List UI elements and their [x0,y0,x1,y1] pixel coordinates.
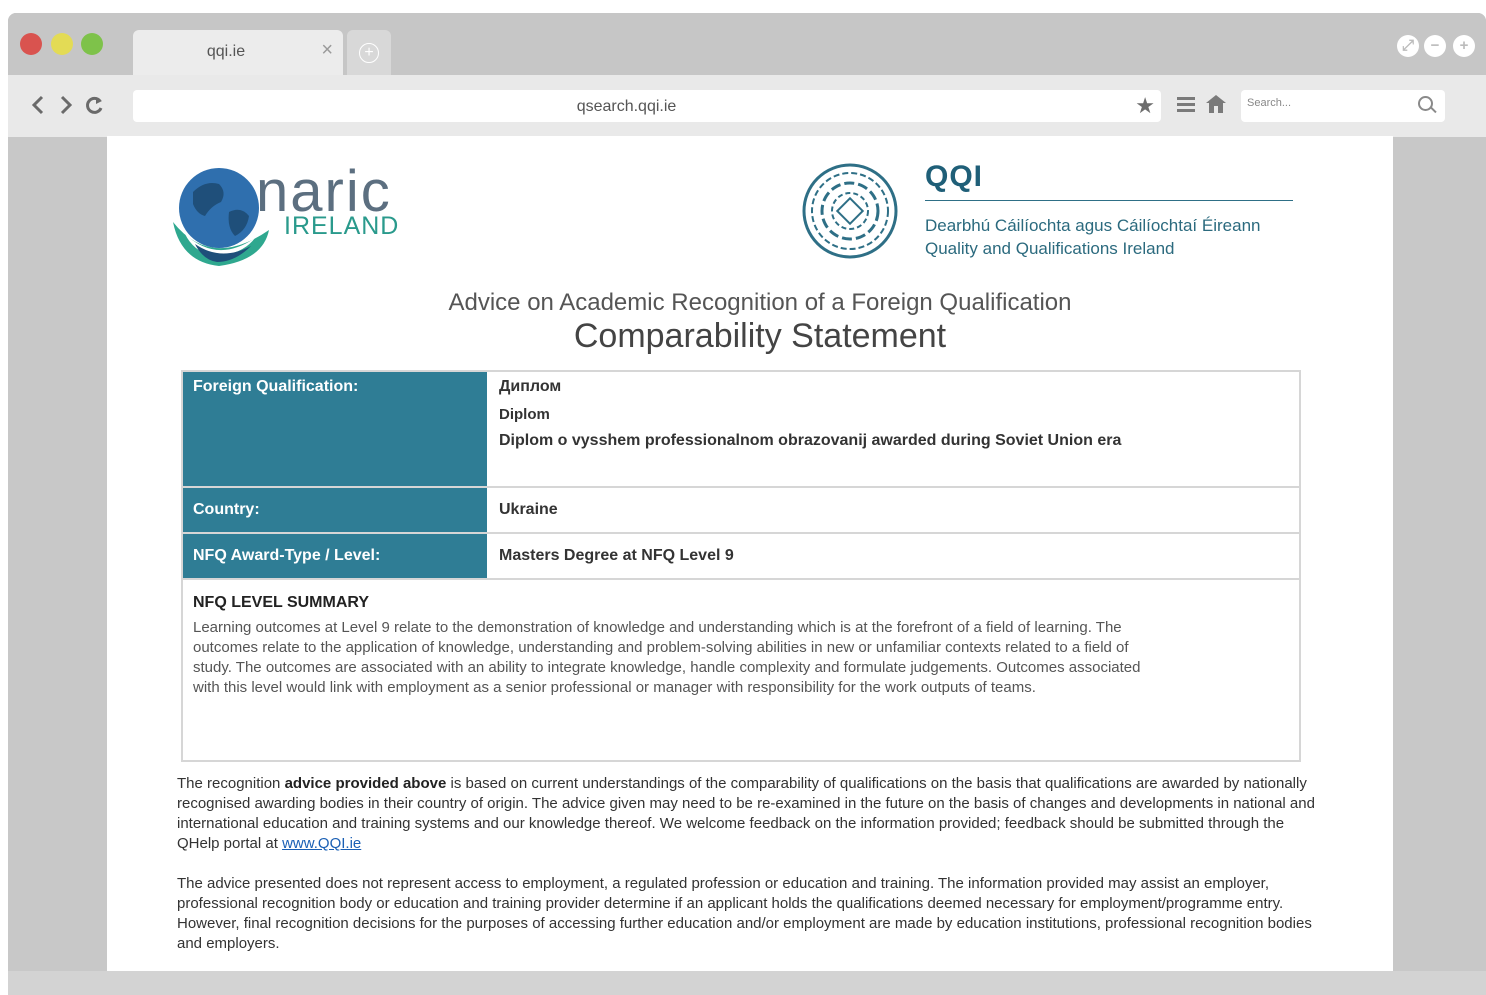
naric-logo: naric IRELAND [171,159,411,274]
summary-line: with this level would link with employme… [193,679,1036,696]
country-value-cell: Ukraine [489,488,1299,532]
forward-arrow-icon[interactable] [58,93,74,122]
para1-bold: advice provided above [284,775,447,792]
nfq-summary-text: Learning outcomes at Level 9 relate to t… [193,618,1293,698]
table-row-nfq-level: NFQ Award-Type / Level: Masters Degree a… [183,534,1299,580]
summary-line: Learning outcomes at Level 9 relate to t… [193,619,1122,636]
restore-icon[interactable]: ⤢ [1397,35,1419,57]
qualification-value-latin: Diplom [499,406,550,423]
menu-icon[interactable] [1176,94,1196,118]
maximize-window-button[interactable] [81,33,103,55]
search-icon[interactable] [1418,96,1433,111]
foreign-qualification-label-cell: Foreign Qualification: [183,372,487,486]
close-window-button[interactable] [20,33,42,55]
browser-tab[interactable]: qqi.ie × [133,30,343,75]
url-text: qsearch.qqi.ie [576,98,677,115]
country-label-cell: Country: [183,488,487,532]
home-icon[interactable] [1205,94,1227,118]
recognition-advice-paragraph: The recognition advice provided above is… [177,774,1317,854]
qqi-divider [925,200,1293,201]
qualification-value-description: Diplom o vysshem professionalnom obrazov… [499,432,1122,449]
foreign-qualification-value-cell: Диплом Diplom Diplom o vysshem professio… [489,372,1299,486]
new-tab-button[interactable]: + [347,30,391,75]
nfq-label-cell: NFQ Award-Type / Level: [183,534,487,578]
spiral-emblem-icon [802,163,898,259]
nfq-summary-title: NFQ LEVEL SUMMARY [193,594,370,611]
search-box[interactable] [1241,90,1445,122]
nfq-value-cell: Masters Degree at NFQ Level 9 [489,534,1299,578]
browser-window: qqi.ie × + ⤢ − + qsearch.qqi.ie ★ Search… [8,13,1486,995]
qualification-table: Foreign Qualification: Диплом Diplom Dip… [181,370,1301,762]
document-page: naric IRELAND QQI Dearbhú Cáilíochta agu… [107,136,1393,972]
minimize-window-button[interactable] [51,33,73,55]
table-row-country: Country: Ukraine [183,488,1299,534]
qqi-english-name: Quality and Qualifications Ireland [925,239,1175,258]
table-row-foreign-qualification: Foreign Qualification: Диплом Diplom Dip… [183,372,1299,488]
address-bar[interactable]: qsearch.qqi.ie ★ [133,90,1161,122]
summary-line: outcomes relate to the application of kn… [193,639,1129,656]
browser-toolbar: qsearch.qqi.ie ★ [8,75,1486,137]
naric-logo-subtext: IRELAND [284,212,400,240]
nfq-label: NFQ Award-Type / Level: [193,547,381,564]
nfq-value: Masters Degree at NFQ Level 9 [499,547,734,564]
refresh-icon[interactable] [83,93,105,122]
back-arrow-icon[interactable] [30,93,46,122]
plus-icon: + [359,43,379,63]
qqi-link[interactable]: www.QQI.ie [282,835,361,852]
title-bar: qqi.ie × + ⤢ − + [8,13,1486,75]
add-icon[interactable]: + [1453,35,1475,57]
minimize-icon[interactable]: − [1424,35,1446,57]
qualification-value-cyrillic: Диплом [499,378,562,395]
summary-line: study. The outcomes are associated with … [193,659,1141,676]
country-value: Ukraine [499,501,558,518]
tab-title: qqi.ie [206,43,246,60]
qqi-irish-name: Dearbhú Cáilíochta agus Cáilíochtaí Éire… [925,216,1261,235]
close-icon[interactable]: × [321,39,333,62]
document-subheading: Comparability Statement [573,317,947,355]
star-icon[interactable]: ★ [1135,94,1155,118]
disclaimer-paragraph: The advice presented does not represent … [177,875,1312,952]
foreign-qualification-label: Foreign Qualification: [193,378,359,395]
status-bar [8,971,1486,995]
country-label: Country: [193,501,260,518]
para1-lead: The recognition [177,775,285,792]
document-heading: Advice on Academic Recognition of a Fore… [448,289,1072,316]
qqi-logo-text: QQI [925,160,984,193]
search-input[interactable] [1247,97,1397,109]
